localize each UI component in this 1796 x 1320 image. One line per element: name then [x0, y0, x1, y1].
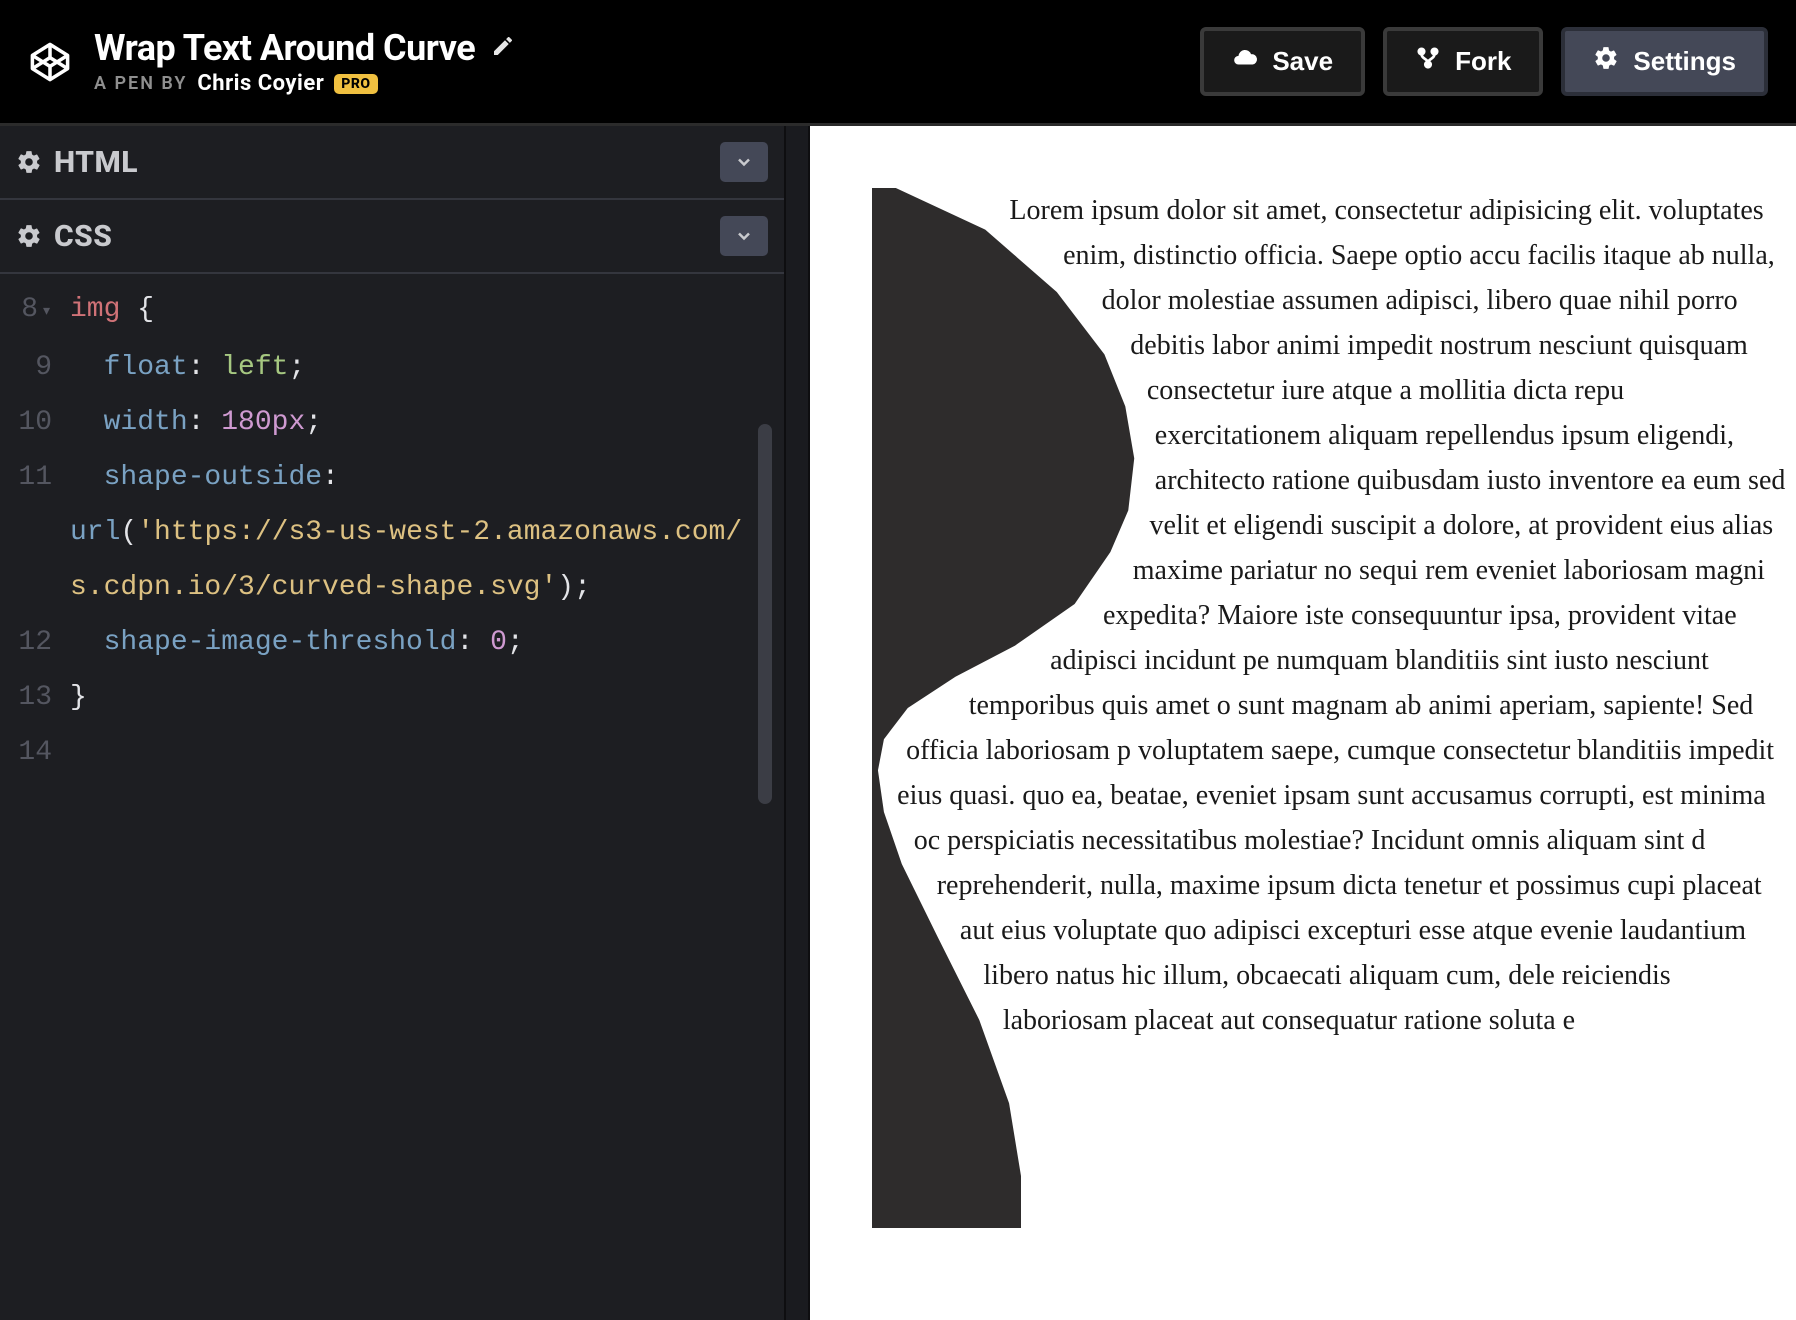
fork-button[interactable]: Fork	[1383, 27, 1543, 96]
gutter-line	[0, 505, 62, 615]
settings-button[interactable]: Settings	[1561, 27, 1768, 96]
save-label: Save	[1272, 46, 1333, 77]
byline-prefix: A PEN BY	[94, 73, 187, 94]
gear-icon	[1593, 45, 1619, 78]
author-link[interactable]: Chris Coyier	[197, 71, 324, 96]
editor-column: HTML CSS 8▾ img { 9	[0, 126, 784, 1320]
pro-badge: PRO	[334, 74, 377, 94]
fork-icon	[1415, 45, 1441, 78]
top-bar: Wrap Text Around Curve A PEN BY Chris Co…	[0, 0, 1796, 126]
gutter-line: 10	[0, 395, 62, 450]
codepen-logo-icon[interactable]	[28, 40, 72, 84]
pen-title[interactable]: Wrap Text Around Curve	[94, 27, 475, 69]
css-editor[interactable]: 8▾ img { 9 float: left; 10 width: 180px;…	[0, 274, 784, 1320]
save-button[interactable]: Save	[1200, 27, 1365, 96]
html-expand-button[interactable]	[720, 142, 768, 182]
gutter-line: 9	[0, 340, 62, 395]
fold-chevron-icon[interactable]: ▾	[38, 285, 52, 340]
gear-icon[interactable]	[16, 149, 42, 175]
html-panel-header[interactable]: HTML	[0, 126, 784, 200]
gutter-line: 13	[0, 670, 62, 725]
cloud-icon	[1232, 45, 1258, 78]
main-area: HTML CSS 8▾ img { 9	[0, 126, 1796, 1320]
gutter-line: 12	[0, 615, 62, 670]
css-expand-button[interactable]	[720, 216, 768, 256]
gutter-line: 11	[0, 450, 62, 505]
settings-label: Settings	[1633, 46, 1736, 77]
top-buttons: Save Fork Settings	[1200, 27, 1768, 96]
fork-label: Fork	[1455, 46, 1511, 77]
gutter-line: 8▾	[0, 282, 62, 340]
css-panel-label: CSS	[54, 219, 112, 254]
css-panel-header[interactable]: CSS	[0, 200, 784, 274]
gutter-line: 14	[0, 725, 62, 780]
html-panel-label: HTML	[54, 145, 138, 180]
pane-resize-handle[interactable]	[784, 126, 810, 1320]
preview-pane: Lorem ipsum dolor sit amet, consectetur …	[810, 126, 1796, 1320]
title-block: Wrap Text Around Curve A PEN BY Chris Co…	[94, 27, 1182, 96]
pen-byline: A PEN BY Chris Coyier PRO	[94, 71, 1182, 96]
edit-pencil-icon[interactable]	[491, 34, 515, 62]
gear-icon[interactable]	[16, 223, 42, 249]
editor-scrollbar[interactable]	[758, 424, 772, 804]
